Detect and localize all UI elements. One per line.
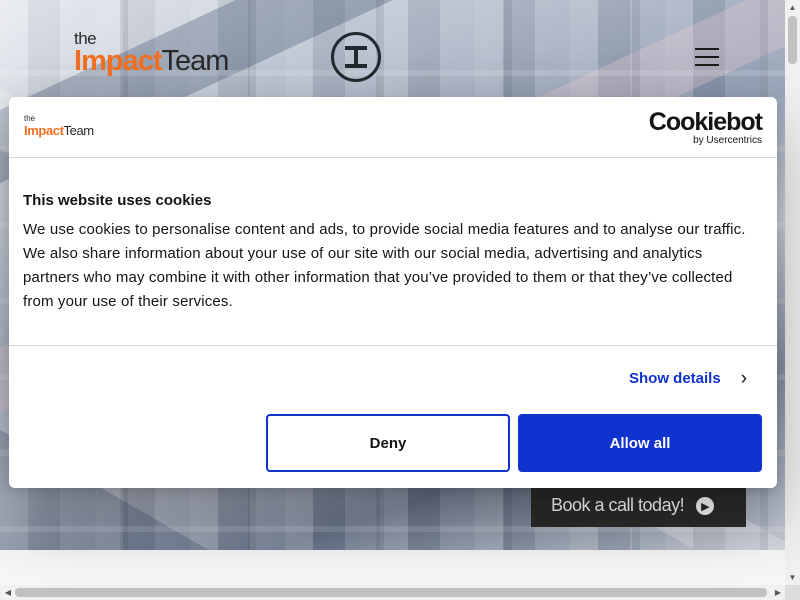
divider [9,345,777,346]
show-details-label: Show details [629,370,721,387]
allow-all-button[interactable]: Allow all [518,414,762,472]
page-section-below-hero [0,550,785,585]
deny-button-label: Deny [369,434,407,452]
dialog-logo-the: the [24,114,36,123]
scroll-right-arrow-icon[interactable]: ▶ [772,585,784,600]
scroll-down-arrow-icon[interactable]: ▼ [785,572,800,584]
cookie-dialog-title: This website uses cookies [23,192,212,209]
deny-button[interactable]: Deny [266,414,510,472]
cookiebot-name: Cookiebot [648,108,763,136]
vertical-scrollbar[interactable]: ▲ ▼ [785,0,800,585]
cookie-consent-dialog: the ImpactTeam Cookiebot by Usercentrics… [9,97,777,488]
horizontal-scrollbar-thumb[interactable] [15,588,767,597]
site-logo[interactable]: the ImpactTeam [74,30,229,77]
impact-team-emblem-icon [331,32,381,82]
cookie-dialog-header: the ImpactTeam Cookiebot by Usercentrics [9,97,777,158]
cookiebot-logo[interactable]: Cookiebot by Usercentrics [648,108,763,146]
scroll-left-arrow-icon[interactable]: ◀ [2,585,14,600]
scrollbar-corner [785,585,800,600]
cookiebot-byline: by Usercentrics [693,135,762,146]
cookie-dialog-site-logo: the ImpactTeam [24,115,94,139]
scroll-up-arrow-icon[interactable]: ▲ [785,2,800,14]
book-call-label: Book a call today! [551,494,685,515]
book-call-button[interactable]: Book a call today! ▶ [531,483,746,527]
cookie-dialog-body: We use cookies to personalise content an… [23,221,746,310]
chevron-right-icon: › [740,368,748,389]
dialog-logo-team: Team [63,123,95,138]
show-details-link[interactable]: Show details › [629,369,747,388]
hamburger-menu-icon[interactable] [695,46,719,66]
horizontal-scrollbar[interactable]: ◀ ▶ [0,585,785,600]
site-logo-team: Team [161,45,229,77]
arrow-right-circle-icon: ▶ [696,497,715,515]
vertical-scrollbar-thumb[interactable] [788,16,797,64]
allow-all-button-label: Allow all [609,434,671,452]
site-logo-impact: Impact [74,45,162,77]
dialog-logo-impact: Impact [24,123,64,138]
